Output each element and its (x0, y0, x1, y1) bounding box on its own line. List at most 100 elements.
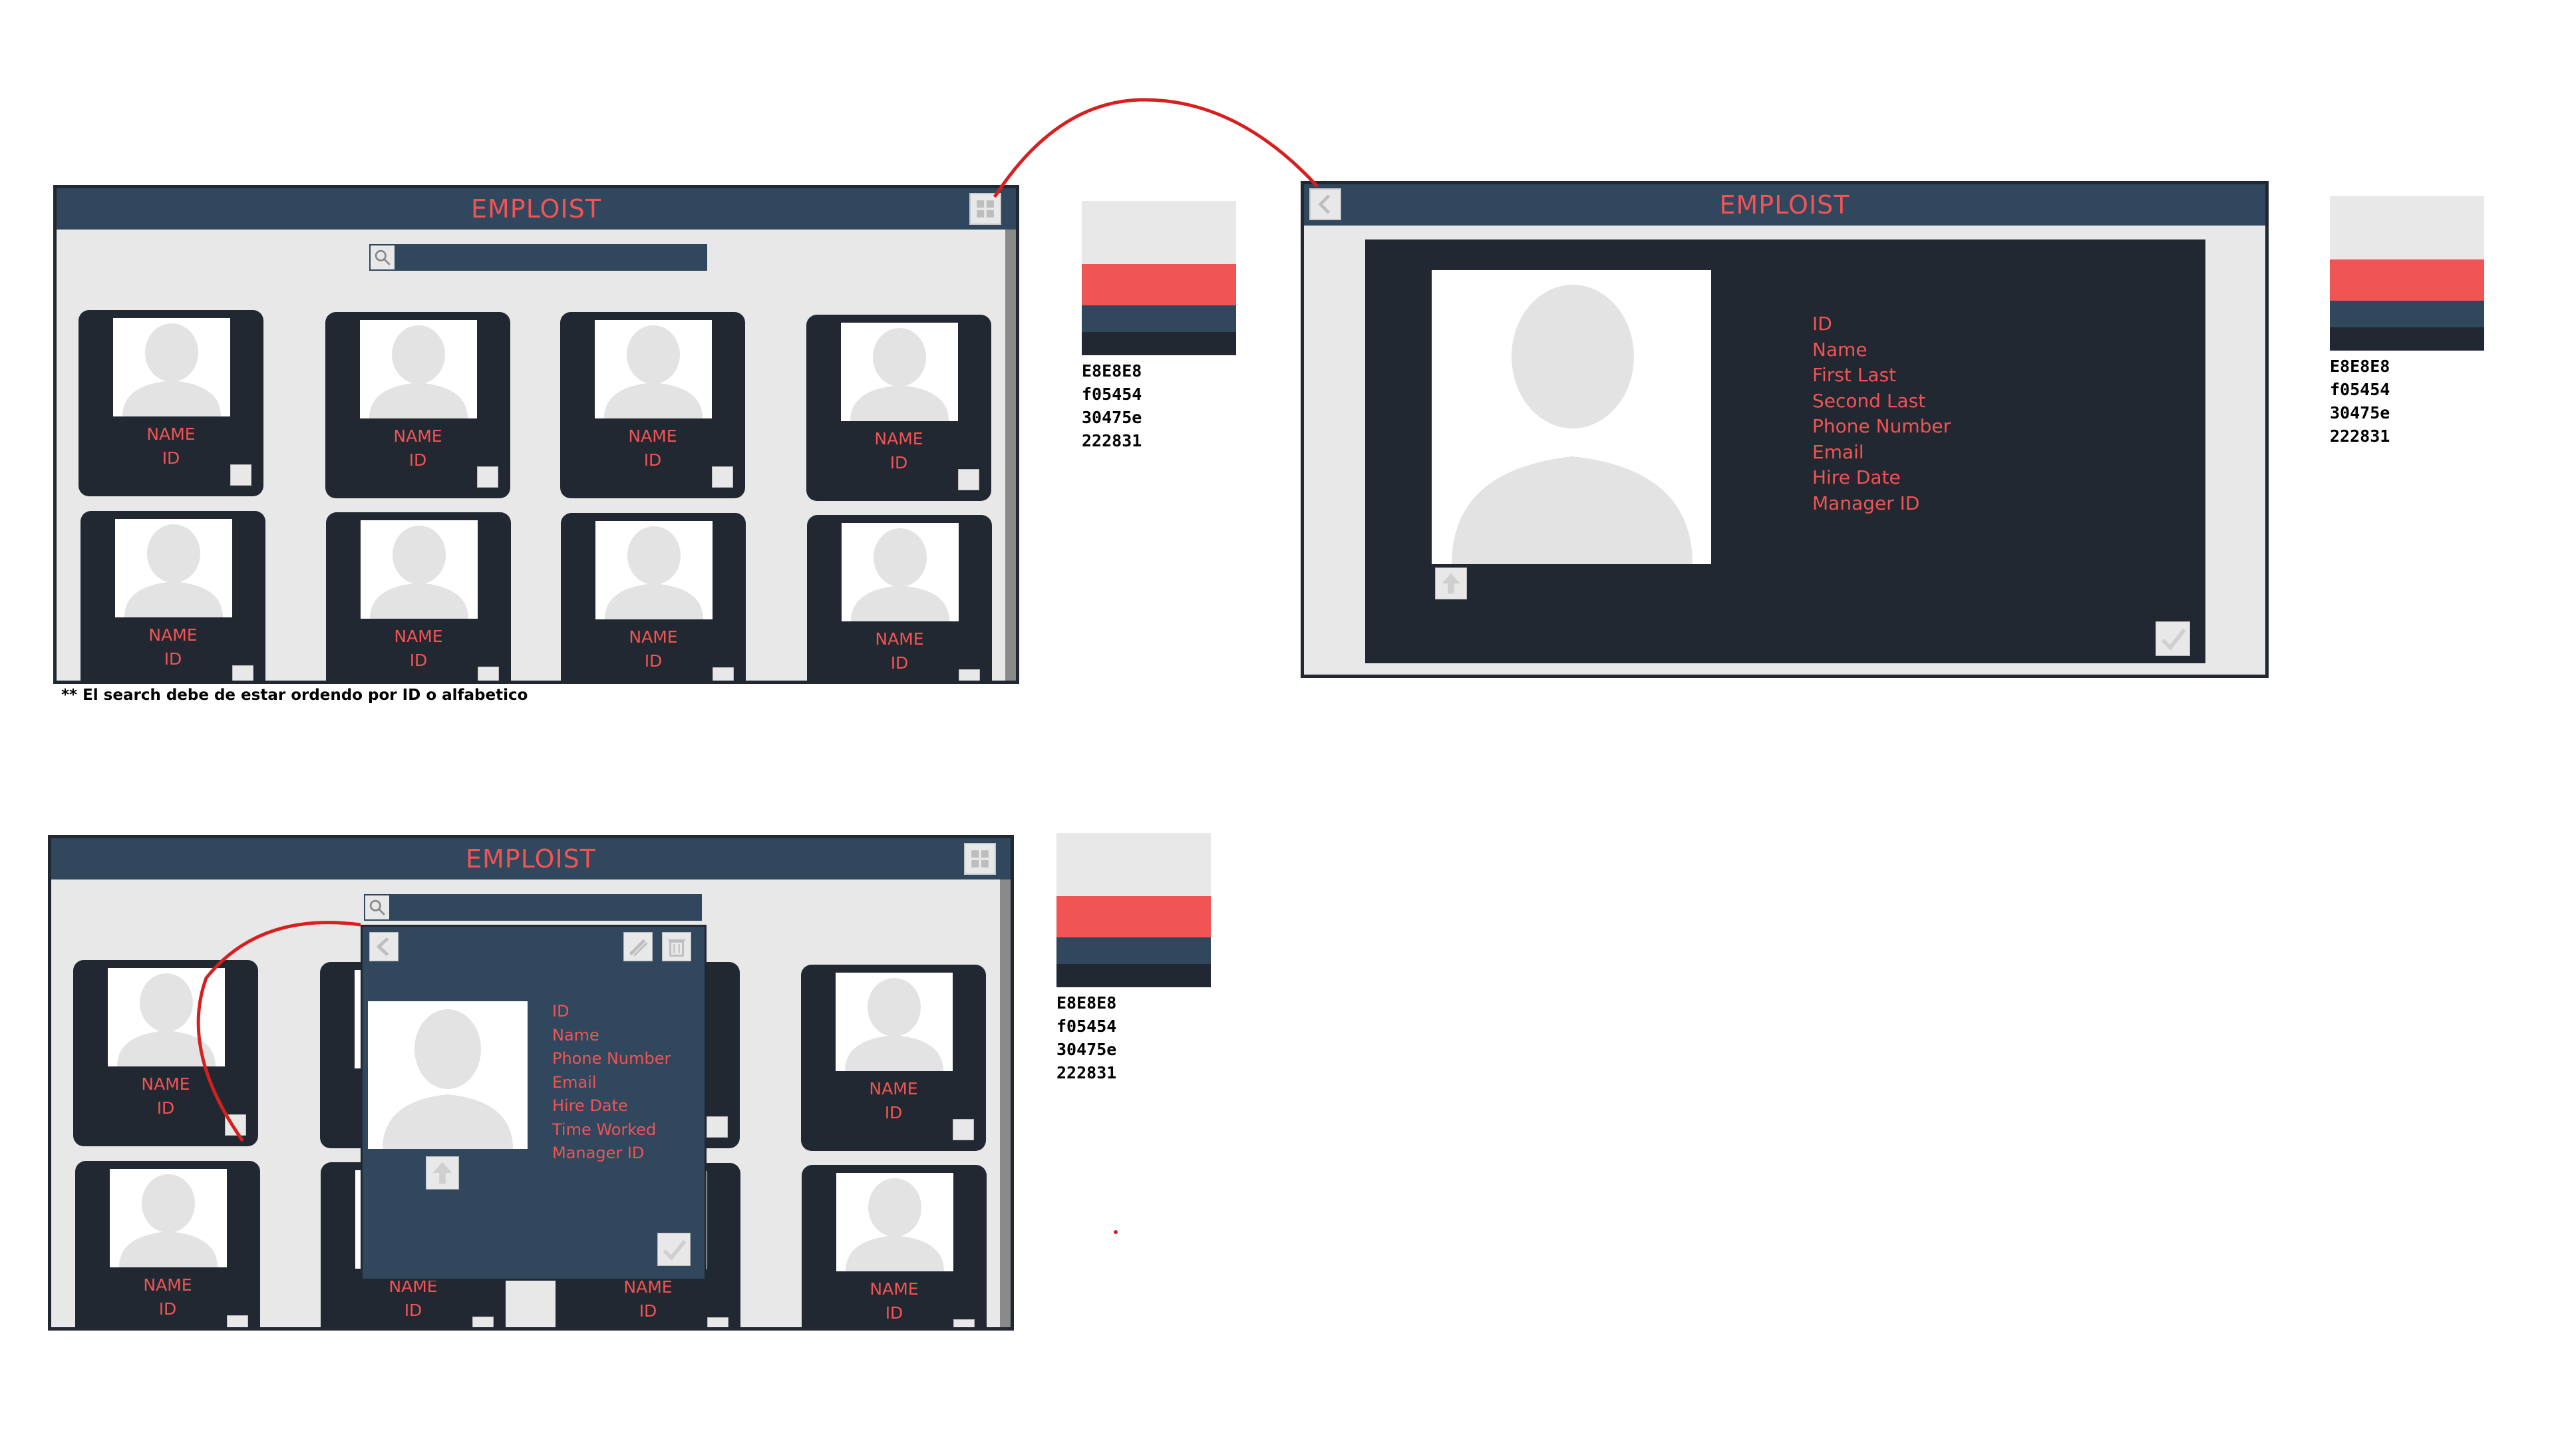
checkmark-icon (663, 1239, 687, 1261)
palette-code: 30475e (1056, 1040, 1117, 1059)
palette-code: 222831 (1082, 431, 1142, 450)
employee-card[interactable]: NAMEID (807, 515, 992, 681)
field-label: Manager ID (1812, 492, 1920, 514)
color-palette: E8E8E8 f05454 30475e 222831 (1082, 201, 1236, 452)
palette-code: f05454 (1082, 385, 1142, 404)
title-bar: EMPLOIST (51, 838, 1011, 879)
card-open-button[interactable] (707, 1317, 728, 1327)
person-silhouette-icon (850, 328, 949, 421)
card-open-button[interactable] (477, 466, 498, 488)
card-open-button[interactable] (953, 1319, 975, 1327)
scrollbar[interactable] (1000, 879, 1011, 1327)
avatar (842, 523, 959, 621)
employee-card[interactable]: NAMEID (801, 965, 986, 1151)
card-open-button[interactable] (958, 469, 979, 490)
employee-card[interactable]: NAMEID (75, 1161, 260, 1327)
person-silhouette-icon (846, 1178, 944, 1271)
avatar (836, 973, 953, 1071)
palette-swatch (1082, 332, 1236, 355)
card-open-button[interactable] (712, 466, 733, 488)
scrollbar[interactable] (1005, 230, 1016, 681)
back-arrow-icon (376, 937, 389, 957)
employee-popup: ID Name Phone Number Email Hire Date Tim… (361, 925, 707, 1281)
field-label: Second Last (1812, 389, 1926, 412)
field-label: Name (1812, 338, 1867, 361)
employee-card[interactable]: NAMEID (326, 512, 511, 681)
avatar (841, 323, 958, 421)
card-name: NAME (393, 426, 442, 446)
card-open-button[interactable] (478, 667, 499, 681)
detail-panel: ID Name First Last Second Last Phone Num… (1365, 240, 2205, 663)
checkmark-icon (2161, 628, 2186, 651)
upload-photo-button[interactable] (426, 1156, 459, 1190)
employee-card[interactable]: NAMEID (802, 1165, 987, 1327)
color-palette: E8E8E8 f05454 30475e 222831 (1056, 833, 1211, 1084)
card-open-button[interactable] (707, 1116, 728, 1138)
card-open-button[interactable] (232, 665, 253, 681)
card-name: NAME (629, 627, 678, 647)
employee-card[interactable]: NAMEID (325, 312, 510, 498)
avatar (368, 1001, 528, 1149)
employee-card[interactable]: NAMEID (73, 960, 258, 1146)
field-label: Hire Date (1812, 466, 1901, 488)
back-button[interactable] (1309, 188, 1341, 220)
popup-back-button[interactable] (369, 932, 399, 961)
search-icon[interactable] (364, 894, 391, 921)
search-bar[interactable] (364, 894, 702, 921)
app-title: EMPLOIST (1719, 190, 1850, 220)
employee-card[interactable]: NAMEID (806, 315, 991, 501)
card-open-button[interactable] (227, 1315, 248, 1327)
employee-card[interactable]: NAMEID (560, 312, 745, 498)
search-bar[interactable] (369, 244, 707, 271)
card-open-button[interactable] (225, 1114, 246, 1136)
palette-code: 222831 (1056, 1063, 1117, 1082)
search-sort-note: ** El search debe de estar ordendo por I… (61, 687, 528, 704)
avatar (113, 318, 230, 416)
avatar (360, 320, 477, 418)
app-title: EMPLOIST (471, 194, 601, 224)
upload-arrow-icon (432, 1162, 452, 1184)
upload-photo-button[interactable] (1435, 567, 1467, 599)
field-label: Manager ID (552, 1144, 645, 1162)
palette-swatch (2330, 301, 2484, 327)
delete-button[interactable] (662, 932, 691, 961)
employee-card[interactable]: NAMEID (561, 513, 746, 681)
flow-arrow (993, 98, 1319, 198)
person-silhouette-icon (117, 973, 216, 1066)
palette-swatch (1056, 896, 1211, 937)
back-arrow-icon (1318, 194, 1331, 214)
edit-button[interactable] (623, 932, 653, 961)
card-open-button[interactable] (230, 464, 251, 486)
card-name: NAME (869, 1079, 918, 1098)
search-icon[interactable] (369, 244, 396, 271)
person-silhouette-icon (370, 526, 468, 619)
card-name: NAME (146, 424, 196, 444)
palette-swatch (1056, 937, 1211, 964)
avatar (595, 320, 712, 418)
person-silhouette-icon (845, 978, 943, 1071)
add-user-button[interactable] (964, 843, 996, 875)
palette-swatch (1082, 201, 1236, 264)
stray-dot (1114, 1230, 1118, 1234)
employee-card[interactable]: NAMEID (79, 310, 263, 496)
palette-code: E8E8E8 (1056, 993, 1117, 1013)
card-open-button[interactable] (472, 1317, 494, 1327)
confirm-button[interactable] (657, 1233, 691, 1266)
palette-code: E8E8E8 (2330, 357, 2390, 376)
popup-fields: ID Name Phone Number Email Hire Date Tim… (552, 1000, 671, 1166)
add-user-icon (971, 850, 989, 868)
employee-card[interactable]: NAMEID (80, 511, 265, 681)
field-label: Time Worked (552, 1120, 657, 1139)
card-open-button[interactable] (713, 667, 734, 681)
palette-swatch (2330, 259, 2484, 301)
confirm-button[interactable] (2156, 621, 2190, 656)
field-label: First Last (1812, 364, 1897, 386)
card-open-button[interactable] (959, 669, 980, 681)
avatar (836, 1173, 953, 1271)
card-name: NAME (870, 1279, 919, 1299)
employee-fields: ID Name First Last Second Last Phone Num… (1812, 311, 1951, 516)
card-open-button[interactable] (953, 1119, 974, 1140)
trash-icon (668, 939, 685, 957)
add-user-button[interactable] (969, 193, 1001, 225)
palette-code: f05454 (1056, 1017, 1117, 1036)
